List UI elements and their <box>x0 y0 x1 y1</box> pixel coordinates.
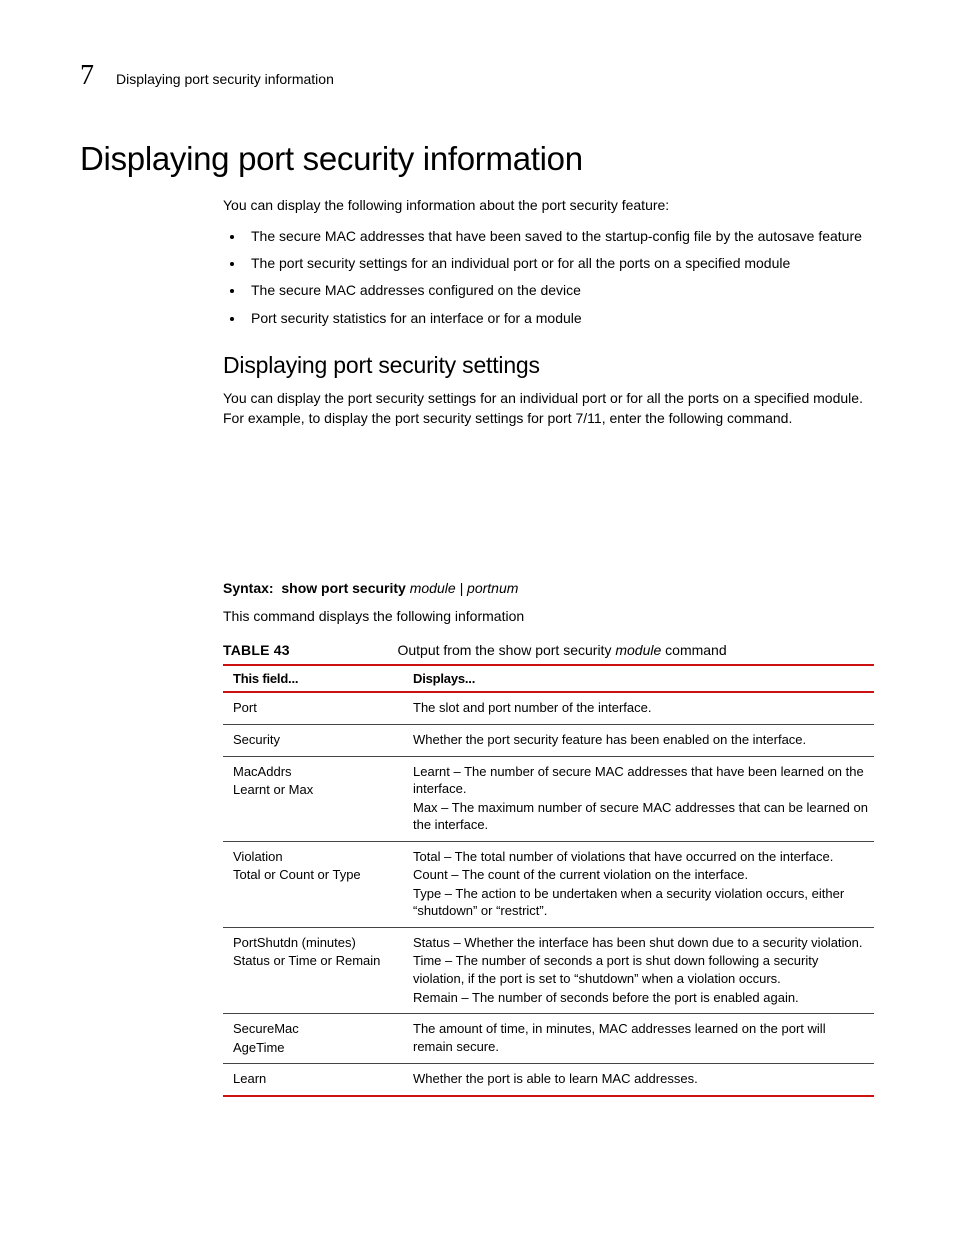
table-cell-field: PortShutdn (minutes)Status or Time or Re… <box>223 927 403 1013</box>
table-cell-description: Total – The total number of violations t… <box>403 841 874 927</box>
table-row: ViolationTotal or Count or TypeTotal – T… <box>223 841 874 927</box>
table-cell-field: Learn <box>223 1064 403 1096</box>
syntax-label: Syntax: <box>223 580 274 596</box>
intro-paragraph: You can display the following informatio… <box>223 196 874 216</box>
page: 7 Displaying port security information D… <box>0 0 954 1177</box>
page-title: Displaying port security information <box>80 140 874 178</box>
table-cell-description: Whether the port security feature has be… <box>403 724 874 756</box>
table-cell-field: Port <box>223 692 403 724</box>
syntax-line: Syntax: show port security module | port… <box>223 579 874 599</box>
running-header: 7 Displaying port security information <box>80 60 874 92</box>
table-cell-description: The slot and port number of the interfac… <box>403 692 874 724</box>
table-row: MacAddrsLearnt or MaxLearnt – The number… <box>223 756 874 841</box>
table-cell-field: Security <box>223 724 403 756</box>
body-column: You can display the following informatio… <box>223 196 874 1097</box>
section-paragraph: You can display the port security settin… <box>223 389 874 429</box>
table-number: TABLE 43 <box>223 642 290 658</box>
table-cell-description: Status – Whether the interface has been … <box>403 927 874 1013</box>
table-caption-text-2: command <box>661 642 726 658</box>
table-caption: TABLE 43 Output from the show port secur… <box>223 641 874 661</box>
output-table: This field... Displays... PortThe slot a… <box>223 664 874 1096</box>
table-cell-description: The amount of time, in minutes, MAC addr… <box>403 1014 874 1064</box>
list-item: Port security statistics for an interfac… <box>245 308 874 328</box>
table-row: SecureMacAgeTimeThe amount of time, in m… <box>223 1014 874 1064</box>
table-header-field: This field... <box>223 665 403 692</box>
table-caption-arg: module <box>615 642 661 658</box>
table-row: LearnWhether the port is able to learn M… <box>223 1064 874 1096</box>
feature-bullet-list: The secure MAC addresses that have been … <box>223 226 874 328</box>
running-title: Displaying port security information <box>116 71 334 87</box>
table-cell-description: Learnt – The number of secure MAC addres… <box>403 756 874 841</box>
table-cell-field: SecureMacAgeTime <box>223 1014 403 1064</box>
command-description: This command displays the following info… <box>223 607 874 627</box>
table-row: SecurityWhether the port security featur… <box>223 724 874 756</box>
chapter-number: 7 <box>80 60 94 92</box>
list-item: The port security settings for an indivi… <box>245 253 874 273</box>
table-header-displays: Displays... <box>403 665 874 692</box>
table-cell-field: ViolationTotal or Count or Type <box>223 841 403 927</box>
table-row: PortShutdn (minutes)Status or Time or Re… <box>223 927 874 1013</box>
list-item: The secure MAC addresses that have been … <box>245 226 874 246</box>
table-cell-field: MacAddrsLearnt or Max <box>223 756 403 841</box>
table-row: PortThe slot and port number of the inte… <box>223 692 874 724</box>
table-caption-text: Output from the show port security <box>397 642 615 658</box>
list-item: The secure MAC addresses configured on t… <box>245 280 874 300</box>
syntax-args: module | portnum <box>410 580 519 596</box>
table-cell-description: Whether the port is able to learn MAC ad… <box>403 1064 874 1096</box>
syntax-command: show port security <box>281 580 405 596</box>
section-heading: Displaying port security settings <box>223 352 874 379</box>
